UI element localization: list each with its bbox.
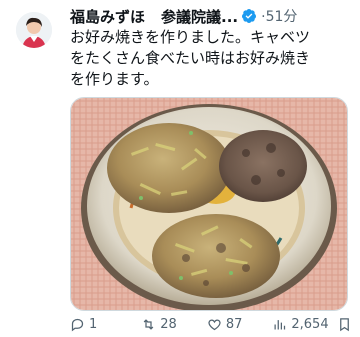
author-avatar[interactable] — [16, 12, 52, 48]
tweet-header: 福島みずほ 参議院議... ·51分 — [70, 5, 297, 27]
views-count: 2,654 — [291, 316, 329, 332]
reply-icon — [71, 318, 84, 331]
tweet-photo[interactable] — [70, 97, 348, 311]
retweet-icon — [143, 318, 154, 330]
like-count: 87 — [225, 316, 243, 332]
tweet-text: お好み焼きを作りました。キャベツ をたくさん食べたい時はお好み焼き を作ります。 — [70, 27, 350, 90]
retweet-count: 28 — [160, 316, 177, 332]
author-title[interactable]: 参議院議... — [161, 6, 238, 27]
author-name[interactable]: 福島みずほ — [70, 6, 145, 27]
tweet-time[interactable]: ·51分 — [261, 6, 297, 26]
tweet[interactable]: 福島みずほ 参議院議... ·51分 お好み焼きを作りました。キャベツ をたくさ… — [0, 0, 360, 337]
tweet-text-line: を作ります。 — [70, 70, 159, 88]
views-bar-chart-icon — [274, 319, 286, 329]
okonomiyaki-photo — [71, 98, 347, 310]
tweet-text-line: をたくさん食べたい時はお好み焼き — [70, 49, 311, 67]
verified-badge-icon — [242, 9, 257, 23]
bookmark-icon — [339, 317, 349, 331]
views-button[interactable]: 2,654 — [272, 316, 329, 332]
like-button[interactable]: 87 — [207, 316, 243, 332]
heart-icon — [208, 318, 221, 330]
retweet-button[interactable]: 28 — [141, 317, 177, 332]
reply-button[interactable]: 1 — [70, 317, 97, 332]
bookmark-button[interactable] — [337, 317, 352, 332]
tweet-actions: 1 28 87 2,654 — [70, 313, 350, 335]
tweet-text-line: お好み焼きを作りました。キャベツ — [70, 28, 311, 46]
reply-count: 1 — [89, 316, 98, 332]
